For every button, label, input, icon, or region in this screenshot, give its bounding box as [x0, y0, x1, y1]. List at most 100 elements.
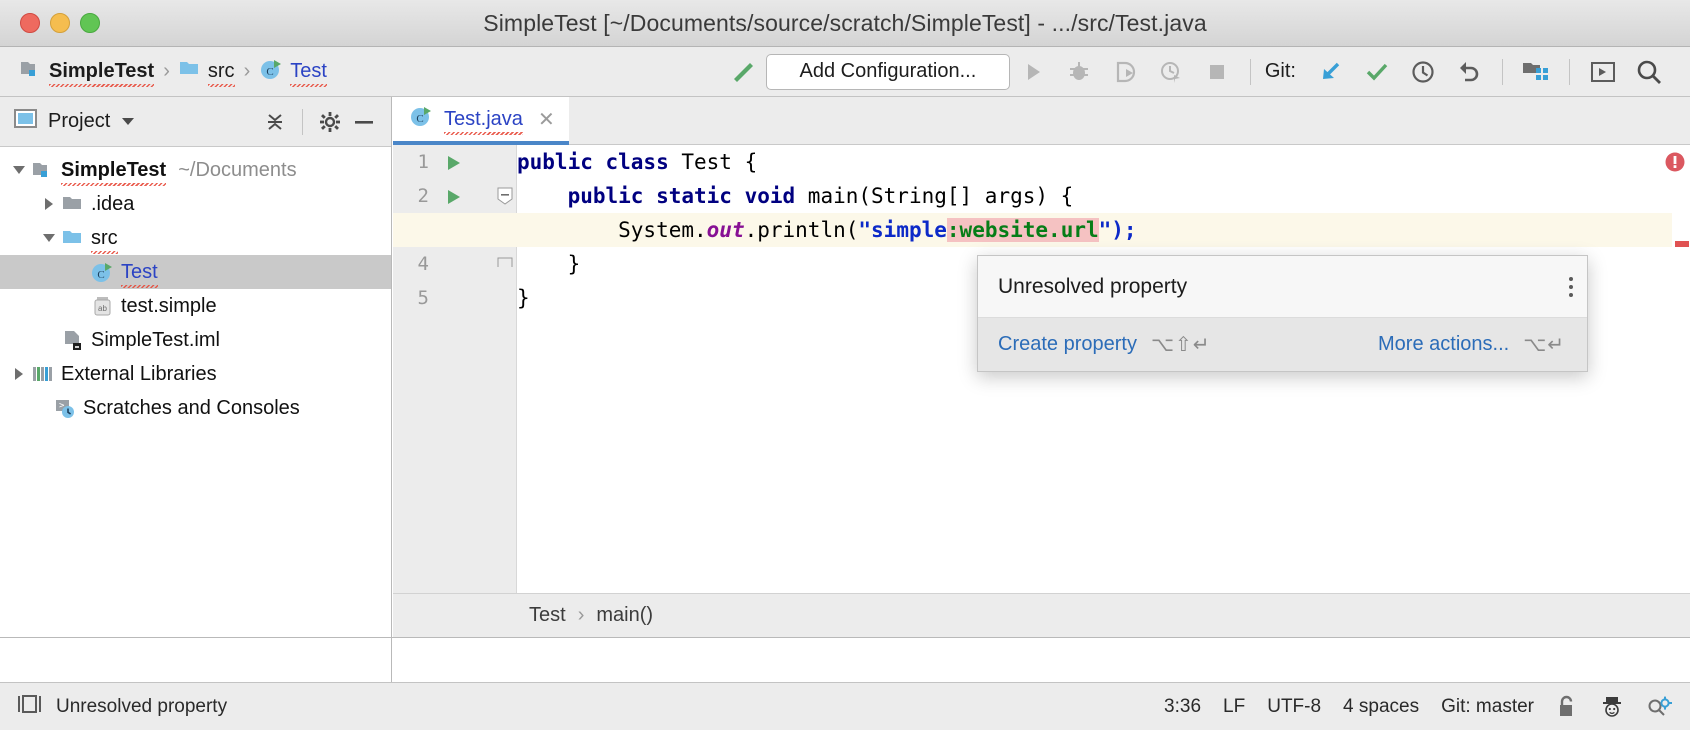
code-unresolved-property[interactable]: :website.url	[947, 218, 1099, 242]
git-update-project-icon[interactable]	[1308, 51, 1354, 93]
tree-label: src	[91, 227, 118, 250]
project-structure-icon[interactable]	[1513, 51, 1559, 93]
git-history-icon[interactable]	[1400, 51, 1446, 93]
hector-inspector-icon[interactable]	[1600, 695, 1624, 719]
code-line-3: System.out.println("simple:website.url")…	[393, 213, 1690, 247]
tree-label: External Libraries	[61, 363, 217, 386]
breadcrumb-separator: ›	[163, 60, 170, 83]
minimize-icon[interactable]	[347, 105, 381, 139]
intention-popup: Unresolved property Create property ⌥⇧↵ …	[977, 255, 1588, 372]
minimize-window-button[interactable]	[50, 13, 70, 33]
git-commit-icon[interactable]	[1354, 51, 1400, 93]
module-icon	[20, 59, 42, 85]
project-panel-header: Project	[0, 97, 391, 147]
code-keyword: public class	[517, 150, 669, 174]
navigation-breadcrumb: SimpleTest › src › C	[20, 58, 327, 86]
line-separator[interactable]: LF	[1223, 696, 1245, 718]
run-anything-icon[interactable]	[1580, 51, 1626, 93]
chevron-down-icon[interactable]	[120, 110, 136, 133]
debug-icon[interactable]	[1056, 51, 1102, 93]
search-everywhere-icon[interactable]	[1626, 51, 1672, 93]
tree-node-simpletest[interactable]: SimpleTest ~/Documents	[0, 153, 391, 187]
toolbar-divider	[1502, 59, 1503, 85]
collapse-arrow-icon[interactable]	[8, 367, 30, 381]
code-field: out	[707, 218, 745, 242]
breadcrumb-item-project[interactable]: SimpleTest	[20, 59, 154, 85]
create-property-shortcut: ⌥⇧↵	[1151, 332, 1211, 357]
run-with-coverage-icon[interactable]	[1102, 51, 1148, 93]
project-panel-label: Project	[48, 110, 110, 133]
tree-node-path: ~/Documents	[178, 159, 296, 182]
error-stripe-marker[interactable]	[1675, 241, 1689, 247]
stop-icon[interactable]	[1194, 51, 1240, 93]
close-window-button[interactable]	[20, 13, 40, 33]
run-configuration-selector[interactable]: Add Configuration...	[766, 54, 1010, 90]
ide-window: SimpleTest [~/Documents/source/scratch/S…	[0, 0, 1690, 730]
close-icon[interactable]: ✕	[538, 107, 555, 132]
breadcrumb-item-class[interactable]: C Test	[259, 58, 327, 86]
expand-arrow-icon[interactable]	[8, 163, 30, 177]
indent-setting[interactable]: 4 spaces	[1343, 696, 1419, 718]
svg-text:C: C	[416, 113, 423, 125]
breadcrumb-separator: ›	[578, 604, 585, 627]
collapse-all-icon[interactable]	[258, 105, 292, 139]
code-line-1: public class Test {	[393, 145, 1690, 179]
gear-icon[interactable]	[313, 105, 347, 139]
status-bar-right: 3:36 LF UTF-8 4 spaces Git: master	[1164, 695, 1672, 719]
breadcrumb-label-project: SimpleTest	[49, 60, 154, 83]
toolbar-divider	[1250, 59, 1251, 85]
unlocked-icon[interactable]	[1556, 695, 1578, 719]
status-bar-left: Unresolved property	[16, 693, 227, 721]
intention-popup-title: Unresolved property	[998, 275, 1187, 299]
java-class-run-icon: C	[409, 105, 435, 133]
error-stripe-gutter[interactable]	[1672, 145, 1690, 637]
project-panel-title[interactable]: Project	[14, 108, 136, 136]
code-line-2: public static void main(String[] args) {	[393, 179, 1690, 213]
git-branch[interactable]: Git: master	[1441, 696, 1534, 718]
title-bar: SimpleTest [~/Documents/source/scratch/S…	[0, 0, 1690, 47]
window-title: SimpleTest [~/Documents/source/scratch/S…	[0, 10, 1690, 37]
tree-node-idea[interactable]: .idea	[0, 187, 391, 221]
event-log-settings-icon[interactable]	[1646, 695, 1672, 719]
intention-popup-actions: Create property ⌥⇧↵ More actions... ⌥↵	[978, 318, 1587, 371]
git-rollback-icon[interactable]	[1446, 51, 1492, 93]
more-actions-shortcut: ⌥↵	[1523, 332, 1565, 357]
error-count-icon[interactable]	[1664, 151, 1686, 178]
expand-arrow-icon[interactable]	[38, 231, 60, 245]
toggle-tool-windows-icon[interactable]	[16, 693, 42, 721]
breadcrumb-method[interactable]: main()	[596, 604, 653, 627]
more-actions-action[interactable]: More actions...	[1378, 333, 1509, 356]
breadcrumb-item-src[interactable]: src	[179, 59, 235, 85]
tree-label: SimpleTest	[61, 159, 166, 182]
tree-label: .idea	[91, 193, 134, 216]
java-class-run-icon: C	[90, 261, 116, 283]
file-encoding[interactable]: UTF-8	[1267, 696, 1321, 718]
editor-tab-label: Test.java	[444, 108, 523, 131]
tree-label: Test	[121, 261, 158, 284]
run-icon[interactable]	[1010, 51, 1056, 93]
caret-position[interactable]: 3:36	[1164, 696, 1201, 718]
iml-file-icon	[60, 329, 86, 351]
editor-breadcrumb: Test › main()	[393, 593, 1690, 637]
svg-text:C: C	[97, 269, 104, 281]
editor-tab-test-java[interactable]: C Test.java ✕	[393, 97, 569, 145]
tree-node-scratches[interactable]: > Scratches and Consoles	[0, 391, 391, 425]
breadcrumb-class[interactable]: Test	[529, 604, 566, 627]
collapse-arrow-icon[interactable]	[38, 197, 60, 211]
tree-node-test[interactable]: C Test	[0, 255, 391, 289]
zoom-window-button[interactable]	[80, 13, 100, 33]
tree-node-src[interactable]: src	[0, 221, 391, 255]
kebab-menu-icon[interactable]	[1569, 277, 1573, 297]
svg-text:ab: ab	[98, 304, 107, 313]
source-folder-icon	[60, 228, 86, 248]
code-editor[interactable]: 1 2	[393, 145, 1690, 637]
project-tool-window: Project	[0, 97, 392, 637]
tree-node-iml[interactable]: SimpleTest.iml	[0, 323, 391, 357]
profiler-icon[interactable]	[1148, 51, 1194, 93]
create-property-action[interactable]: Create property	[998, 333, 1137, 356]
code-string: "simple	[858, 218, 947, 242]
hammer-icon[interactable]	[720, 51, 766, 93]
tree-node-test-simple[interactable]: ab test.simple	[0, 289, 391, 323]
svg-text:C: C	[267, 66, 274, 78]
tree-node-external-libraries[interactable]: External Libraries	[0, 357, 391, 391]
